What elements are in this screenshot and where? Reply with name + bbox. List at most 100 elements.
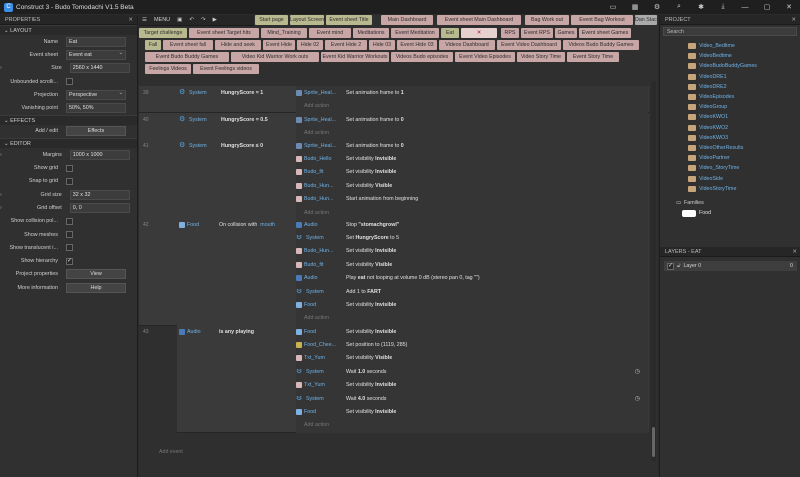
project-item[interactable]: VideoBudoBuddyGames	[660, 61, 800, 71]
close-icon[interactable]: ✕	[792, 247, 797, 257]
undo-icon[interactable]: ↶	[189, 17, 194, 23]
tab-event-mind[interactable]: Event mind	[309, 28, 351, 38]
action-row[interactable]: Sprite_Heal... Set animation frame to 1	[296, 86, 648, 99]
layer-row[interactable]: ✓ 🔓︎ Layer 0 0	[664, 261, 797, 271]
menu-icon[interactable]: ☰	[142, 17, 147, 23]
project-item[interactable]: VideoDRE1	[660, 72, 800, 82]
tab-event-eat[interactable]: ✕	[461, 28, 497, 38]
add-action-row[interactable]: Add action	[296, 419, 648, 432]
project-item[interactable]: VideoBedtime	[660, 51, 800, 61]
tab-videos-budo-buddy-games[interactable]: Videos Budo Buddy Games	[563, 40, 639, 50]
tab-event-hide-03[interactable]: Event Hide 03	[397, 40, 437, 50]
tab-feelings-videos[interactable]: Feelings Videos	[145, 64, 191, 74]
tab-event-bag-workout[interactable]: Event Bag Workout	[571, 15, 633, 25]
event-condition[interactable]: Audio is any playing	[179, 326, 294, 338]
action-row[interactable]: Budo_fit Set visibility Visible	[296, 258, 648, 271]
property-checkbox[interactable]	[66, 231, 73, 238]
tab-layout-screen[interactable]: Layout Screen	[290, 15, 324, 25]
tab-main-dashboard[interactable]: Main Dashboard	[381, 15, 433, 25]
project-item[interactable]: VideoKWO2	[660, 123, 800, 133]
tab-hide-03[interactable]: Hide 03	[369, 40, 395, 50]
close-tab-icon[interactable]: ✕	[477, 30, 481, 36]
families-folder[interactable]: ▭ Families	[660, 198, 800, 208]
family-item-food[interactable]: Food	[660, 208, 800, 218]
project-item[interactable]: VideoKWO1	[660, 112, 800, 122]
action-row[interactable]: ⚙ System Set HungryScore to 5	[296, 231, 648, 244]
tab-mind-training[interactable]: Mind_Training	[261, 28, 307, 38]
tab-event-hide-2[interactable]: Event Hide 2	[325, 40, 367, 50]
action-row[interactable]: Budo_Hello Set visibility Invisible	[296, 152, 648, 165]
project-item[interactable]: VideoEpisodes	[660, 92, 800, 102]
event-block[interactable]: 43Audiois any playing+FoodSet visibility…	[143, 325, 649, 433]
maximize-button[interactable]: ▢	[756, 3, 778, 11]
action-row[interactable]: Budo_Hun... Set visibility Visible	[296, 179, 648, 192]
tab-event-sheet-target-hits[interactable]: Event sheet Target hits	[189, 28, 259, 38]
add-action-row[interactable]: Add action	[296, 99, 648, 112]
tab-target-challenge[interactable]: Target challenge	[139, 28, 187, 38]
tab-bag-work-out[interactable]: Bag Work out	[525, 15, 569, 25]
tab-video-kid-warrior-work-outs[interactable]: Video Kid Warrior Work outs	[231, 52, 319, 62]
project-item[interactable]: VideoKWO3	[660, 133, 800, 143]
tab-event-hide[interactable]: Event Hide	[263, 40, 295, 50]
tab-event-meditation[interactable]: Event Meditation	[391, 28, 439, 38]
add-action-link[interactable]: Add action	[304, 210, 329, 216]
tab-videos-dashboard[interactable]: Videos Dashboard	[439, 40, 495, 50]
close-icon[interactable]: ✕	[791, 15, 796, 25]
property-input[interactable]: 1000 x 1000	[69, 149, 130, 160]
search-icon[interactable]: ⌕	[668, 3, 690, 11]
download-icon[interactable]: ⤓	[712, 3, 734, 11]
tab-event-story-time[interactable]: Event Story Time	[567, 52, 619, 62]
add-action-link[interactable]: Add action	[304, 103, 329, 109]
effects-section[interactable]: ⌄ EFFECTS	[0, 114, 137, 125]
event-block[interactable]: 41⚙SystemHungryScore ≤ 0+Sprite_Heal...S…	[139, 139, 649, 220]
project-item[interactable]: VideoGroup	[660, 102, 800, 112]
tab-event-rps[interactable]: Event RPS	[521, 28, 553, 38]
property-input[interactable]: 50%, 50%	[66, 103, 126, 114]
action-row[interactable]: Audio Play eat not looping at volume 0 dB…	[296, 272, 648, 285]
property-checkbox[interactable]: ✓	[66, 257, 73, 265]
add-action-row[interactable]: Add action	[296, 126, 648, 139]
bug-icon[interactable]: ✱	[690, 3, 712, 11]
tab-meditations[interactable]: Meditations	[353, 28, 389, 38]
property-button[interactable]: Help	[66, 282, 126, 293]
add-action-link[interactable]: Add action	[304, 130, 329, 136]
expand-icon[interactable]: ›	[0, 152, 2, 158]
tab-start-page[interactable]: Start page	[255, 15, 288, 25]
action-row[interactable]: Txt_Yum Set visibility Invisible	[296, 379, 648, 392]
minimize-button[interactable]: —	[734, 4, 756, 11]
add-action-link[interactable]: Add action	[304, 315, 329, 321]
action-row[interactable]: Budo_fit Set visibility Invisible	[296, 166, 648, 179]
save-icon[interactable]: ▣	[177, 17, 182, 23]
tab-videos-budo-episodes[interactable]: Videos Budo episodes	[391, 52, 453, 62]
property-input[interactable]: 32 x 32	[69, 189, 130, 200]
project-item[interactable]: Video_StoryTime	[660, 163, 800, 173]
action-row[interactable]: Sprite_Heal... Set animation frame to 0	[296, 139, 648, 152]
redo-icon[interactable]: ↷	[201, 17, 206, 23]
event-block[interactable]: 40⚙SystemHungryScore = 0.5+Sprite_Heal..…	[139, 113, 649, 141]
expand-icon[interactable]: ›	[0, 205, 2, 211]
project-item[interactable]: VideoOtherResults	[660, 143, 800, 153]
tab-games[interactable]: Games	[555, 28, 577, 38]
action-row[interactable]: Txt_Yum Set visibility Visible	[296, 352, 648, 365]
property-select[interactable]: Perspective	[66, 89, 126, 100]
project-search-input[interactable]: Search	[663, 27, 797, 36]
action-row[interactable]: Food Set visibility Invisible	[296, 325, 648, 338]
action-row[interactable]: Sprite_Heal... Set animation frame to 0	[296, 113, 648, 126]
tab-eat[interactable]: Eat	[441, 28, 459, 38]
preview-icon[interactable]: ▶	[213, 17, 217, 23]
close-button[interactable]: ✕	[778, 3, 800, 11]
grid-icon[interactable]: ▦	[624, 3, 646, 11]
action-row[interactable]: ⚙ System Wait 1.0 seconds ◷	[296, 365, 648, 378]
action-row[interactable]: ⚙ System Wait 4.0 seconds ◷	[296, 392, 648, 405]
property-input[interactable]: Eat	[66, 36, 126, 47]
project-item[interactable]: Video_Bedtime	[660, 41, 800, 51]
action-row[interactable]: Budo_Hun... Start animation from beginnin…	[296, 193, 648, 206]
tab-hide-02[interactable]: Hide 02	[297, 40, 323, 50]
property-checkbox[interactable]	[66, 177, 73, 185]
lock-icon[interactable]: 🔓︎	[677, 261, 680, 271]
event-condition[interactable]: ⚙ System HungryScore = 1	[179, 87, 294, 99]
action-row[interactable]: Food Set visibility Invisible	[296, 405, 648, 418]
event-block[interactable]: 42FoodOn collision withmouth+AudioStop "…	[139, 218, 649, 326]
expand-icon[interactable]: ›	[0, 65, 2, 71]
tab-event-video-episodes[interactable]: Event Video Episodes	[455, 52, 515, 62]
